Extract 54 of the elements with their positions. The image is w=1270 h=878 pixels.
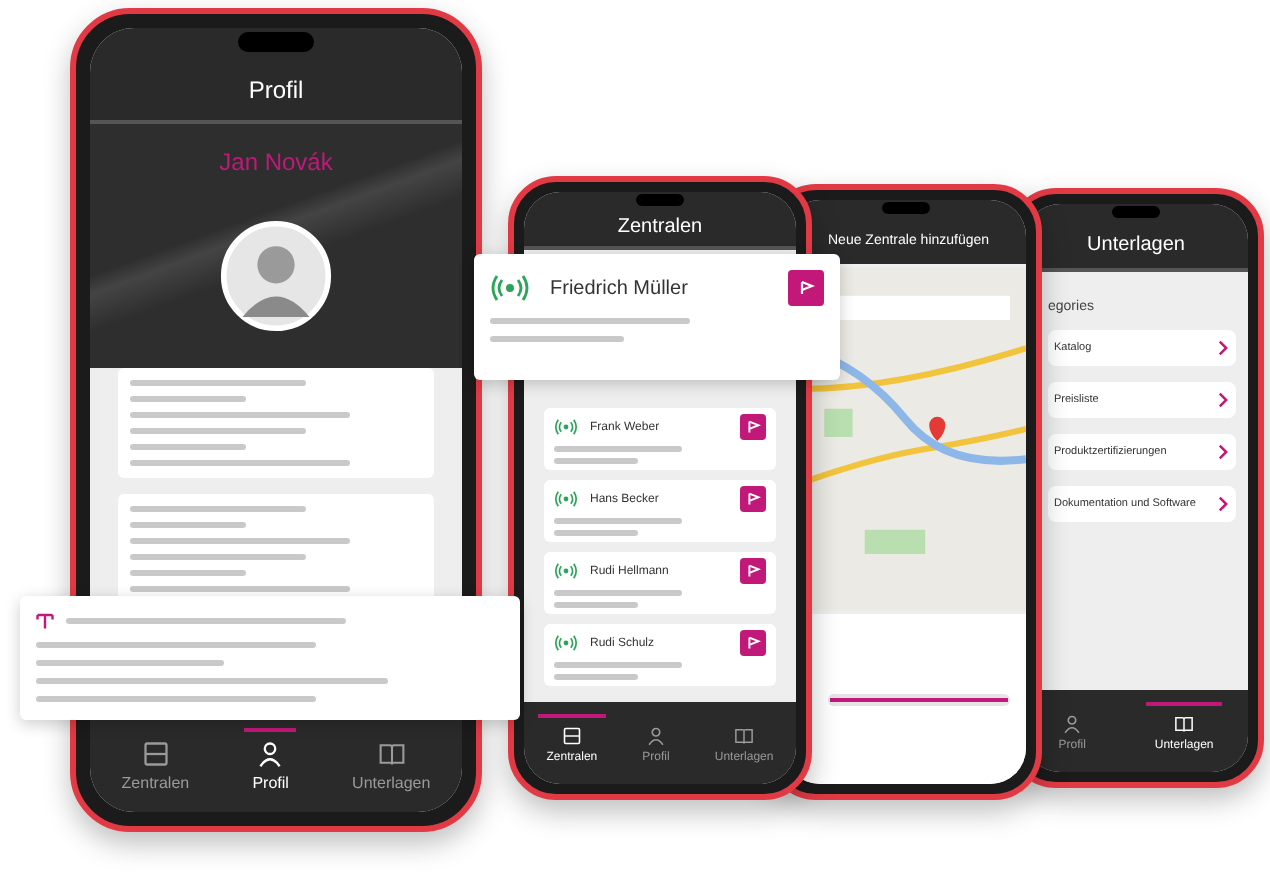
person-icon	[256, 740, 285, 768]
text-placeholder-bar	[130, 522, 247, 528]
grid-icon	[561, 726, 582, 746]
chevron-icon	[1218, 444, 1228, 460]
text-placeholder-bar	[554, 602, 639, 608]
text-placeholder-bar	[490, 336, 624, 342]
text-placeholder-bar	[554, 590, 682, 596]
flag-icon	[744, 490, 762, 508]
screen-title: Unterlagen	[1087, 234, 1185, 256]
camera-notch	[238, 32, 314, 52]
text-placeholder-bar	[554, 674, 639, 680]
text-placeholder-bar	[554, 530, 639, 536]
user-name: Jan Novák	[219, 148, 333, 176]
person-icon	[1062, 714, 1083, 734]
open-button[interactable]	[740, 414, 766, 440]
camera-notch	[1112, 206, 1160, 218]
tab[interactable]: Unterlagen	[344, 728, 439, 792]
open-button[interactable]	[740, 486, 766, 512]
open-button[interactable]	[740, 558, 766, 584]
book-icon	[734, 726, 755, 746]
person-icon	[645, 726, 666, 746]
grid-icon	[141, 740, 170, 768]
chevron-icon	[1218, 392, 1228, 408]
signal-icon	[554, 490, 578, 508]
flag-icon	[744, 634, 762, 652]
tab[interactable]: Zentralen	[113, 728, 198, 792]
signal-icon	[554, 418, 578, 436]
chevron-icon	[1218, 496, 1228, 512]
flag-icon	[744, 562, 762, 580]
flag-icon	[796, 278, 816, 298]
text-placeholder-bar	[554, 662, 682, 668]
signal-icon	[554, 634, 578, 652]
logo-icon	[36, 612, 54, 630]
open-button[interactable]	[788, 270, 824, 306]
text-placeholder-bar	[554, 518, 682, 524]
tab[interactable]: Profil	[244, 728, 297, 792]
camera-notch	[636, 194, 684, 206]
signal-icon	[490, 274, 530, 302]
screen-title: Zentralen	[617, 216, 703, 238]
text-placeholder-bar	[554, 446, 682, 452]
signal-icon	[554, 562, 578, 580]
open-button[interactable]	[740, 630, 766, 656]
contact-name: Friedrich Müller	[550, 277, 690, 299]
book-icon	[377, 740, 406, 768]
text-placeholder-bar	[130, 444, 247, 450]
flag-icon	[744, 418, 762, 436]
text-placeholder-bar	[130, 570, 247, 576]
avatar-icon	[220, 220, 332, 332]
text-placeholder-bar	[130, 396, 247, 402]
book-icon	[1174, 714, 1195, 734]
camera-notch	[881, 202, 929, 214]
screen-title: Profil	[248, 76, 304, 104]
chevron-icon	[1218, 340, 1228, 356]
text-placeholder-bar	[554, 458, 639, 464]
